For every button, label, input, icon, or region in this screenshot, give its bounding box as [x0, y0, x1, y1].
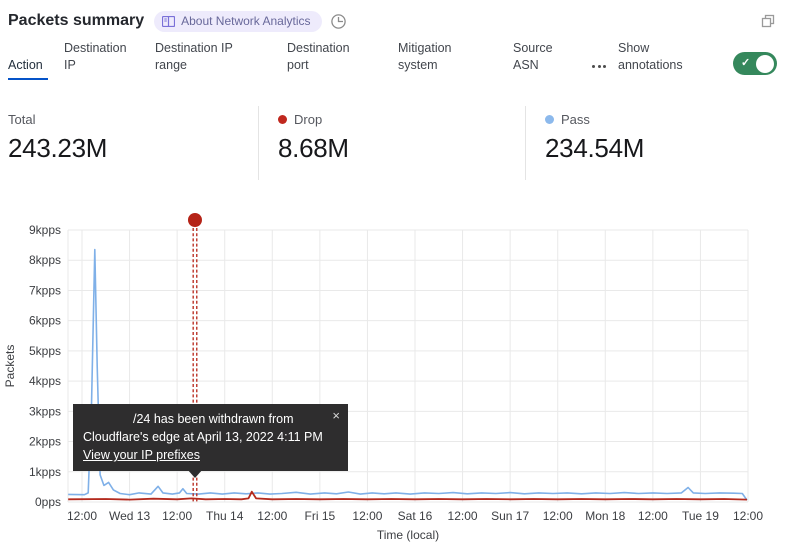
tab-label: Destination IP range	[155, 40, 255, 74]
tab-label: Destination IP	[64, 40, 139, 74]
tab-destination-port[interactable]: Destination port	[287, 40, 382, 80]
dimension-tabs: Action Destination IP Destination IP range…	[8, 42, 777, 80]
x-tick-label: 12:00	[733, 509, 763, 523]
tab-mitigation-system[interactable]: Mitigation system	[398, 40, 497, 80]
tab-destination-ip-range[interactable]: Destination IP range	[155, 40, 271, 80]
tab-label: Destination port	[287, 40, 367, 74]
page-title: Packets summary	[8, 12, 144, 30]
book-icon	[162, 16, 175, 27]
y-tick-label: 1kpps	[29, 465, 61, 479]
tooltip-line2: Cloudflare's edge at April 13, 2022 4:11…	[83, 428, 338, 446]
stat-value: 8.68M	[278, 133, 525, 164]
stat-drop: Drop 8.68M	[259, 104, 525, 182]
tab-source-asn[interactable]: Source ASN	[513, 40, 576, 80]
y-tick-label: 2kpps	[29, 435, 61, 449]
tab-destination-ip[interactable]: Destination IP	[64, 40, 139, 80]
x-tick-label: Sat 16	[398, 509, 433, 523]
toggle-knob	[756, 55, 774, 73]
y-tick-label: 5kpps	[29, 344, 61, 358]
clock-icon	[330, 13, 347, 30]
y-axis-title: Packets	[3, 345, 17, 388]
x-tick-label: Tue 19	[682, 509, 719, 523]
x-tick-label: 12:00	[638, 509, 668, 523]
x-tick-label: 12:00	[67, 509, 97, 523]
x-axis-title: Time (local)	[377, 528, 439, 542]
show-annotations-toggle[interactable]: ✓	[733, 52, 777, 75]
tab-label: Action	[8, 57, 48, 74]
x-tick-label: 12:00	[257, 509, 287, 523]
y-tick-label: 0pps	[35, 495, 61, 509]
tab-label: Mitigation system	[398, 40, 468, 74]
stat-label: Drop	[278, 112, 525, 127]
packets-summary-panel: Packets summary About Network Analytics	[0, 0, 785, 555]
badge-label: About Network Analytics	[181, 14, 310, 28]
time-period-button[interactable]	[330, 13, 347, 30]
more-tabs-button[interactable]	[592, 65, 606, 68]
annotation-tooltip: × /24 has been withdrawn from Cloudflare…	[73, 404, 348, 471]
stat-pass: Pass 234.54M	[526, 104, 644, 182]
x-tick-label: Wed 13	[109, 509, 150, 523]
x-tick-label: Fri 15	[305, 509, 336, 523]
x-tick-label: Thu 14	[206, 509, 244, 523]
check-icon: ✓	[741, 56, 750, 69]
expand-icon	[759, 12, 777, 30]
packets-chart: 0pps 1kpps 2kpps 3kpps 4kpps 5kpps 6kpps 7kpps 8…	[0, 195, 785, 555]
x-tick-label: Sun 17	[491, 509, 529, 523]
about-network-analytics-badge[interactable]: About Network Analytics	[154, 11, 321, 32]
y-tick-label: 3kpps	[29, 404, 61, 418]
stats-row: Total 243.23M Drop 8.68M Pass 234.54M	[8, 104, 777, 182]
x-tick-label: 12:00	[448, 509, 478, 523]
x-tick-label: 12:00	[162, 509, 192, 523]
panel-header: Packets summary About Network Analytics	[8, 9, 777, 33]
stat-label: Pass	[545, 112, 644, 127]
open-in-window-button[interactable]	[759, 12, 777, 30]
y-tick-label: 7kpps	[29, 283, 61, 297]
show-annotations-label: Show annotations	[618, 40, 704, 80]
close-icon[interactable]: ×	[332, 407, 340, 425]
y-tick-label: 8kpps	[29, 253, 61, 267]
tab-action[interactable]: Action	[8, 57, 48, 80]
drop-legend-dot	[278, 115, 287, 124]
stat-value: 234.54M	[545, 133, 644, 164]
tooltip-arrow	[187, 469, 203, 478]
x-tick-label: 12:00	[543, 509, 573, 523]
x-tick-label: 12:00	[352, 509, 382, 523]
pass-legend-dot	[545, 115, 554, 124]
y-tick-label: 9kpps	[29, 223, 61, 237]
stat-total: Total 243.23M	[8, 104, 258, 182]
tooltip-line1: /24 has been withdrawn from	[133, 410, 338, 428]
y-tick-label: 6kpps	[29, 314, 61, 328]
x-tick-label: Mon 18	[585, 509, 625, 523]
view-ip-prefixes-link[interactable]: View your IP prefixes	[83, 448, 200, 462]
stat-label: Total	[8, 112, 258, 127]
tab-label: Source ASN	[513, 40, 563, 74]
y-tick-label: 4kpps	[29, 374, 61, 388]
annotation-marker[interactable]	[188, 213, 202, 227]
stat-value: 243.23M	[8, 133, 258, 164]
